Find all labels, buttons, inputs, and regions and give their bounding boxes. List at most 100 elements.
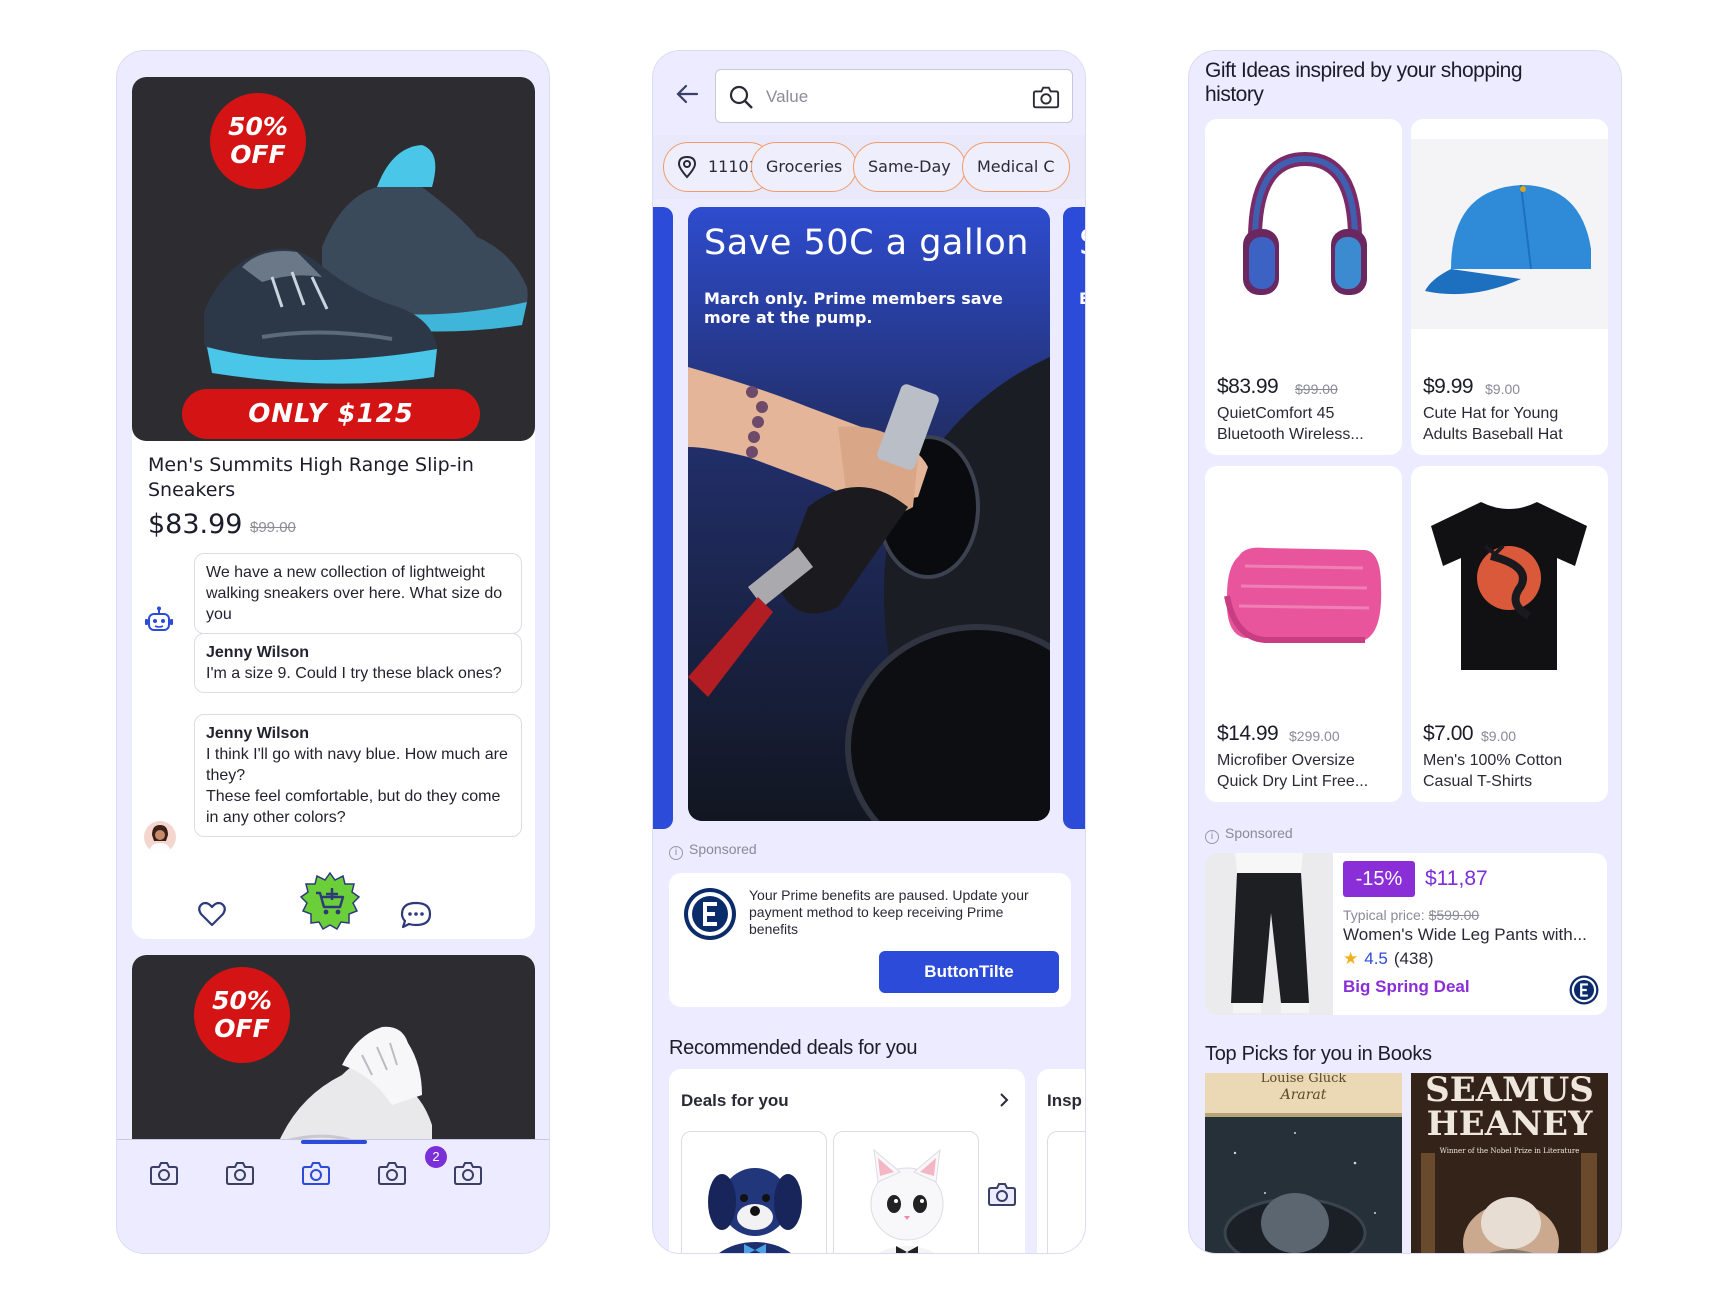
- product-old-price: $9.00: [1481, 728, 1517, 744]
- phone-product-chat: 50% OFF ONLY $125 Men's Summits High Rang…: [116, 50, 550, 1254]
- book-title: Ararat: [1280, 1087, 1327, 1103]
- deals-card-title: Deals for you: [681, 1091, 789, 1110]
- sneaker-illustration: [271, 1026, 432, 1155]
- chip-medical[interactable]: Medical C: [962, 142, 1070, 192]
- sponsored-label: i Sponsored: [1205, 825, 1293, 844]
- bot-avatar-icon: [145, 606, 173, 631]
- sponsored-product-image: [1205, 853, 1333, 1015]
- recommended-title: Recommended deals for you: [669, 1037, 918, 1059]
- brand-logo-icon: [1569, 975, 1599, 1005]
- chat-text: We have a new collection of lightweight …: [206, 564, 503, 623]
- inspiration-tile[interactable]: [1047, 1131, 1085, 1253]
- tab-camera-icon[interactable]: [149, 1160, 179, 1186]
- deal-item[interactable]: [681, 1131, 827, 1253]
- product-old-price: $9.00: [1485, 381, 1521, 397]
- camera-search-icon[interactable]: [1032, 84, 1060, 110]
- product-name: Men's 100% Cotton Casual T-Shirts: [1423, 752, 1563, 790]
- deals-card[interactable]: Deals for you: [669, 1069, 1025, 1253]
- next-banner-sub-peek: E: [1079, 289, 1085, 308]
- wide-leg-pants-illustration: [1205, 853, 1333, 1015]
- star-icon: ★: [1343, 949, 1359, 968]
- tab-camera-icon[interactable]: [377, 1160, 407, 1186]
- banner-subtitle: March only. Prime members save more at t…: [704, 289, 1003, 327]
- product-price: $14.99: [1217, 722, 1279, 745]
- product-old-price: $99.00: [250, 519, 296, 536]
- back-arrow-icon[interactable]: [675, 81, 701, 107]
- user-avatar-icon: [149, 825, 171, 853]
- microfiber-towel-image: [1224, 547, 1382, 643]
- banner-title: Save 50C a gallon: [704, 223, 1029, 263]
- sneaker-illustration: [204, 145, 528, 384]
- book-cover[interactable]: Louise Glück Ararat: [1205, 1073, 1402, 1253]
- prime-notice-card: Your Prime benefits are paused. Update y…: [669, 873, 1071, 1007]
- add-to-cart-badge-icon[interactable]: [300, 871, 360, 931]
- camera-icon[interactable]: [987, 1181, 1017, 1207]
- chat-author: Jenny Wilson: [206, 725, 309, 742]
- chat-author: Jenny Wilson: [206, 644, 309, 661]
- chat-text: I'm a size 9. Could I try these black on…: [206, 665, 502, 682]
- info-icon: i: [1205, 830, 1219, 844]
- chat-icon[interactable]: [400, 901, 432, 929]
- tshirt-image: [1431, 502, 1587, 670]
- chevron-right-icon[interactable]: [997, 1091, 1011, 1109]
- deal-item[interactable]: [833, 1131, 979, 1253]
- book-author: Louise Glück: [1260, 1073, 1347, 1086]
- chat-message-bot: We have a new collection of lightweight …: [194, 553, 522, 634]
- typical-price: Typical price: $599.00: [1343, 907, 1480, 923]
- gift-ideas-title: Gift Ideas inspired by your shopping his…: [1205, 59, 1523, 106]
- active-tab-indicator: [301, 1140, 367, 1144]
- chat-text: I think I'll go with navy blue. How much…: [206, 746, 508, 784]
- price-banner: ONLY $125: [182, 389, 480, 439]
- product-card[interactable]: $14.99 $299.00 Microfiber Oversize Quick…: [1205, 466, 1402, 802]
- books-section-title: Top Picks for you in Books: [1205, 1043, 1432, 1065]
- phone-gift-ideas: Gift Ideas inspired by your shopping his…: [1188, 50, 1622, 1254]
- search-input[interactable]: [766, 84, 1006, 110]
- headphones-image: [1243, 151, 1367, 295]
- prime-action-button[interactable]: ButtonTilte: [879, 951, 1059, 993]
- discount-badge: 50% OFF: [210, 93, 306, 189]
- product-card[interactable]: $9.99 $9.00 Cute Hat for Young Adults Ba…: [1411, 119, 1608, 455]
- product-price: $83.99: [1217, 375, 1279, 398]
- product-card[interactable]: $83.99 $99.00 QuietComfort 45 Bluetooth …: [1205, 119, 1402, 455]
- baseball-cap-image: [1411, 139, 1608, 329]
- product-name: Microfiber Oversize Quick Dry Lint Free.…: [1217, 752, 1369, 790]
- tab-camera-icon-active[interactable]: [301, 1160, 331, 1186]
- product-image: 50% OFF: [132, 955, 535, 1155]
- product-rating: ★ 4.5 (438): [1343, 949, 1434, 968]
- sponsored-product-name: Women's Wide Leg Pants with...: [1343, 925, 1587, 944]
- chat-message-user: Jenny Wilson I think I'll go with navy b…: [194, 714, 522, 837]
- carousel-next-peek[interactable]: S E: [1063, 207, 1085, 829]
- next-banner-title-peek: S: [1079, 223, 1085, 263]
- carousel-prev-peek[interactable]: [653, 207, 673, 829]
- heart-icon[interactable]: [198, 901, 226, 927]
- chip-same-day[interactable]: Same-Day: [853, 142, 966, 192]
- tab-camera-icon[interactable]: [225, 1160, 255, 1186]
- sponsored-price: $11,87: [1425, 867, 1488, 890]
- product-card[interactable]: 50% OFF: [132, 955, 535, 1155]
- book-tagline: Winner of the Nobel Prize in Literature: [1439, 1147, 1580, 1155]
- phone-search-deals: 11101 Groceries Same-Day Medical C Save …: [652, 50, 1086, 1254]
- product-price: $7.00: [1423, 722, 1474, 745]
- product-card[interactable]: 50% OFF ONLY $125 Men's Summits High Rang…: [132, 77, 535, 939]
- promo-banner[interactable]: Save 50C a gallon March only. Prime memb…: [688, 207, 1050, 821]
- chip-groceries[interactable]: Groceries: [751, 142, 858, 192]
- search-icon: [729, 85, 753, 109]
- user-avatar: [144, 821, 176, 853]
- sponsored-product-card[interactable]: -15% $11,87 Typical price: $599.00 Women…: [1205, 853, 1607, 1015]
- product-price: $83.99: [148, 509, 243, 540]
- sponsored-label: i Sponsored: [669, 841, 757, 860]
- product-old-price: $99.00: [1295, 381, 1338, 397]
- tab-camera-icon[interactable]: [453, 1160, 483, 1186]
- discount-badge: -15%: [1343, 861, 1415, 897]
- notification-badge: 2: [425, 1146, 447, 1168]
- inspiration-card-peek[interactable]: Insp: [1037, 1069, 1085, 1253]
- chat-text: These feel comfortable, but do they come…: [206, 788, 501, 826]
- product-card[interactable]: $7.00 $9.00 Men's 100% Cotton Casual T-S…: [1411, 466, 1608, 802]
- product-old-price: $299.00: [1289, 728, 1340, 744]
- plush-dog-illustration: [708, 1168, 802, 1253]
- book-cover[interactable]: SEAMUS HEANEY Winner of the Nobel Prize i…: [1411, 1073, 1608, 1253]
- search-bar[interactable]: [715, 69, 1073, 123]
- product-image: 50% OFF ONLY $125: [132, 77, 535, 441]
- location-pin-icon: [677, 155, 697, 179]
- product-price: $9.99: [1423, 375, 1474, 398]
